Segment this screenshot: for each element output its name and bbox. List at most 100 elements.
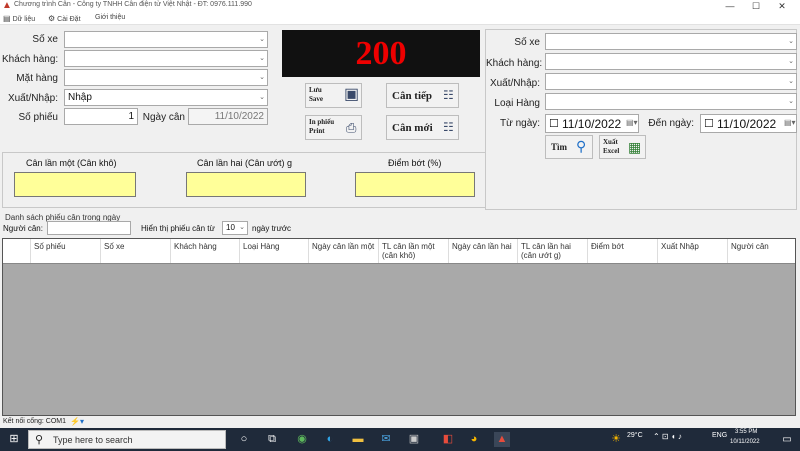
chrome-icon[interactable]: ◕ xyxy=(466,432,482,447)
luu-save-button[interactable]: Lưu Save ▣ xyxy=(305,83,362,108)
can-moi-label: Cân mới xyxy=(392,122,433,134)
printer-icon: ⎙ xyxy=(346,120,357,135)
filter-khach-hang-combo[interactable]: ⌄ xyxy=(545,53,797,70)
edge-icon[interactable]: ◐ xyxy=(322,432,338,447)
den-ngay-picker[interactable]: ☐ 11/10/2022 ▤▾ xyxy=(700,114,797,133)
col-loai-hang[interactable]: Loại Hàng xyxy=(240,239,309,263)
can-tiep-button[interactable]: Cân tiếp ☷ xyxy=(386,83,459,108)
store-icon[interactable]: ▣ xyxy=(406,432,422,447)
search-icon: ⚲ xyxy=(35,434,44,446)
windows-start-icon[interactable]: ⊞ xyxy=(6,432,22,447)
col-ngay-can-lan-mot[interactable]: Ngày cân lần một xyxy=(309,239,379,263)
col-nguoi-can[interactable]: Người cân xyxy=(728,239,795,263)
menu-gioi-thieu[interactable]: Giới thiệu xyxy=(95,14,125,21)
in-phieu-print-button[interactable]: In phiếu Print ⎙ xyxy=(305,115,362,140)
system-tray-icons[interactable]: ⌃ ⊡ ◖ ♪ xyxy=(653,432,682,441)
magnifier-icon: ⚲ xyxy=(576,138,587,154)
app-green-icon[interactable]: ◉ xyxy=(294,432,310,447)
cortana-icon[interactable]: ○ xyxy=(236,432,252,447)
floppy-disk-icon: ▣ xyxy=(344,86,360,103)
minimize-button[interactable]: — xyxy=(720,0,740,13)
can-moi-button[interactable]: Cân mới ☷ xyxy=(386,115,459,140)
close-button[interactable]: ✕ xyxy=(772,0,792,13)
diem-bot-field[interactable] xyxy=(355,172,475,197)
filter-xuat-nhap-combo[interactable]: ⌄ xyxy=(545,73,797,90)
menu-bar: ▤ Dữ liệu ⚙ Cài Đặt Giới thiệu xyxy=(0,13,800,25)
can-tiep-label: Cân tiếp xyxy=(392,90,433,102)
filter-xuat-nhap-label: Xuất/Nhập: xyxy=(489,78,540,89)
office-icon[interactable]: ◧ xyxy=(440,432,456,447)
plug-icon[interactable]: ⚡▾ xyxy=(70,417,84,426)
tim-search-button[interactable]: Tìm ⚲ xyxy=(545,135,593,159)
col-khach-hang[interactable]: Khách hàng xyxy=(171,239,240,263)
so-xe-combo[interactable]: ⌄ xyxy=(64,31,268,48)
col-xuat-nhap[interactable]: Xuất Nhập xyxy=(658,239,728,263)
days-value: 10 xyxy=(226,223,235,232)
window-title: Chương trình Cân - Công ty TNHH Cân điện… xyxy=(14,1,252,8)
luu-save-label: Lưu Save xyxy=(309,86,323,103)
xuat-nhap-value: Nhập xyxy=(68,92,92,103)
menu-du-lieu[interactable]: ▤ Dữ liệu xyxy=(3,14,35,23)
task-view-icon[interactable]: ⧉ xyxy=(264,432,280,447)
col-diem-bot[interactable]: Điểm bớt xyxy=(588,239,658,263)
row-selector-header xyxy=(3,239,31,263)
file-explorer-icon[interactable]: ▬ xyxy=(350,432,366,447)
clock-time[interactable]: 3:55 PM xyxy=(735,429,757,435)
ngay-truoc-label: ngày trước xyxy=(252,224,292,233)
col-tl-can-lan-mot[interactable]: TL cân lần một (cân khô) xyxy=(379,239,449,263)
tu-ngay-picker[interactable]: ☐ 11/10/2022 ▤▾ xyxy=(545,114,639,133)
chevron-down-icon: ⌄ xyxy=(259,94,265,101)
den-ngay-label: Đến ngày: xyxy=(648,118,694,129)
menu-label: Dữ liệu xyxy=(12,16,36,23)
language-indicator[interactable]: ENG xyxy=(712,432,727,439)
table-header: Số phiếu Số xe Khách hàng Loại Hàng Ngày… xyxy=(3,239,795,264)
col-so-phieu[interactable]: Số phiếu xyxy=(31,239,101,263)
filter-so-xe-combo[interactable]: ⌄ xyxy=(545,33,797,50)
hien-thi-label: Hiển thị phiếu cân từ xyxy=(141,224,215,233)
menu-label: Cài Đặt xyxy=(57,16,81,23)
tu-ngay-value: 11/10/2022 xyxy=(562,117,622,131)
scale-app-icon[interactable]: ▲ xyxy=(494,432,510,447)
notification-icon[interactable]: ▭ xyxy=(779,432,795,447)
maximize-button[interactable]: ☐ xyxy=(746,0,766,13)
so-phieu-input[interactable]: 1 xyxy=(64,108,138,125)
app-logo-icon: ▲ xyxy=(2,0,12,11)
ngay-can-label: Ngày cân xyxy=(142,112,185,123)
xuat-excel-button[interactable]: Xuất Excel ▦ xyxy=(599,135,646,159)
mail-icon[interactable]: ✉ xyxy=(378,432,394,447)
so-phieu-label: Số phiếu xyxy=(18,112,58,123)
khach-hang-combo[interactable]: ⌄ xyxy=(64,50,268,67)
weather-icon[interactable]: ☀ xyxy=(608,432,624,447)
phieu-can-table[interactable]: Số phiếu Số xe Khách hàng Loại Hàng Ngày… xyxy=(2,238,796,416)
menu-label: Giới thiệu xyxy=(95,14,126,21)
can-lan-mot-label: Cân lần một (Cân khô) xyxy=(26,158,117,168)
title-bar: ▲ Chương trình Cân - Công ty TNHH Cân đi… xyxy=(0,0,800,13)
excel-icon: ▦ xyxy=(628,139,642,155)
xuat-nhap-combo[interactable]: Nhập ⌄ xyxy=(64,89,268,106)
den-ngay-value: 11/10/2022 xyxy=(717,117,777,131)
can-lan-hai-field[interactable] xyxy=(186,172,306,197)
col-ngay-can-lan-hai[interactable]: Ngày cân lần hai xyxy=(449,239,518,263)
checkbox-icon: ☐ xyxy=(704,118,714,130)
connection-status: Kết nối cổng: COM1 xyxy=(3,418,67,425)
can-lan-mot-field[interactable] xyxy=(14,172,136,197)
filter-loai-hang-combo[interactable]: ⌄ xyxy=(545,93,797,110)
khach-hang-label: Khách hàng: xyxy=(2,54,59,65)
menu-cai-dat[interactable]: ⚙ Cài Đặt xyxy=(48,14,81,23)
clock-date[interactable]: 10/11/2022 xyxy=(730,439,760,445)
col-so-xe[interactable]: Số xe xyxy=(101,239,171,263)
calendar-dropdown-icon: ▤▾ xyxy=(626,118,638,127)
taskbar: ⊞ ⚲ Type here to search ○ ⧉ ◉ ◐ ▬ ✉ ▣ ◧ … xyxy=(0,428,800,451)
chevron-down-icon: ⌄ xyxy=(788,58,794,65)
tu-ngay-label: Từ ngày: xyxy=(500,118,541,129)
taskbar-search[interactable]: ⚲ Type here to search xyxy=(28,430,226,449)
nguoi-can-label: Người cân: xyxy=(3,224,43,233)
mat-hang-combo[interactable]: ⌄ xyxy=(64,69,268,86)
ngay-can-input[interactable]: 11/10/2022 xyxy=(188,108,268,125)
col-tl-can-lan-hai[interactable]: TL cân lần hai (cân ướt g) xyxy=(518,239,588,263)
search-placeholder: Type here to search xyxy=(53,435,133,445)
chevron-down-icon: ⌄ xyxy=(788,98,794,105)
days-combo[interactable]: 10 ⌄ xyxy=(222,221,248,235)
nguoi-can-input[interactable] xyxy=(47,221,131,235)
chevron-down-icon: ⌄ xyxy=(788,78,794,85)
